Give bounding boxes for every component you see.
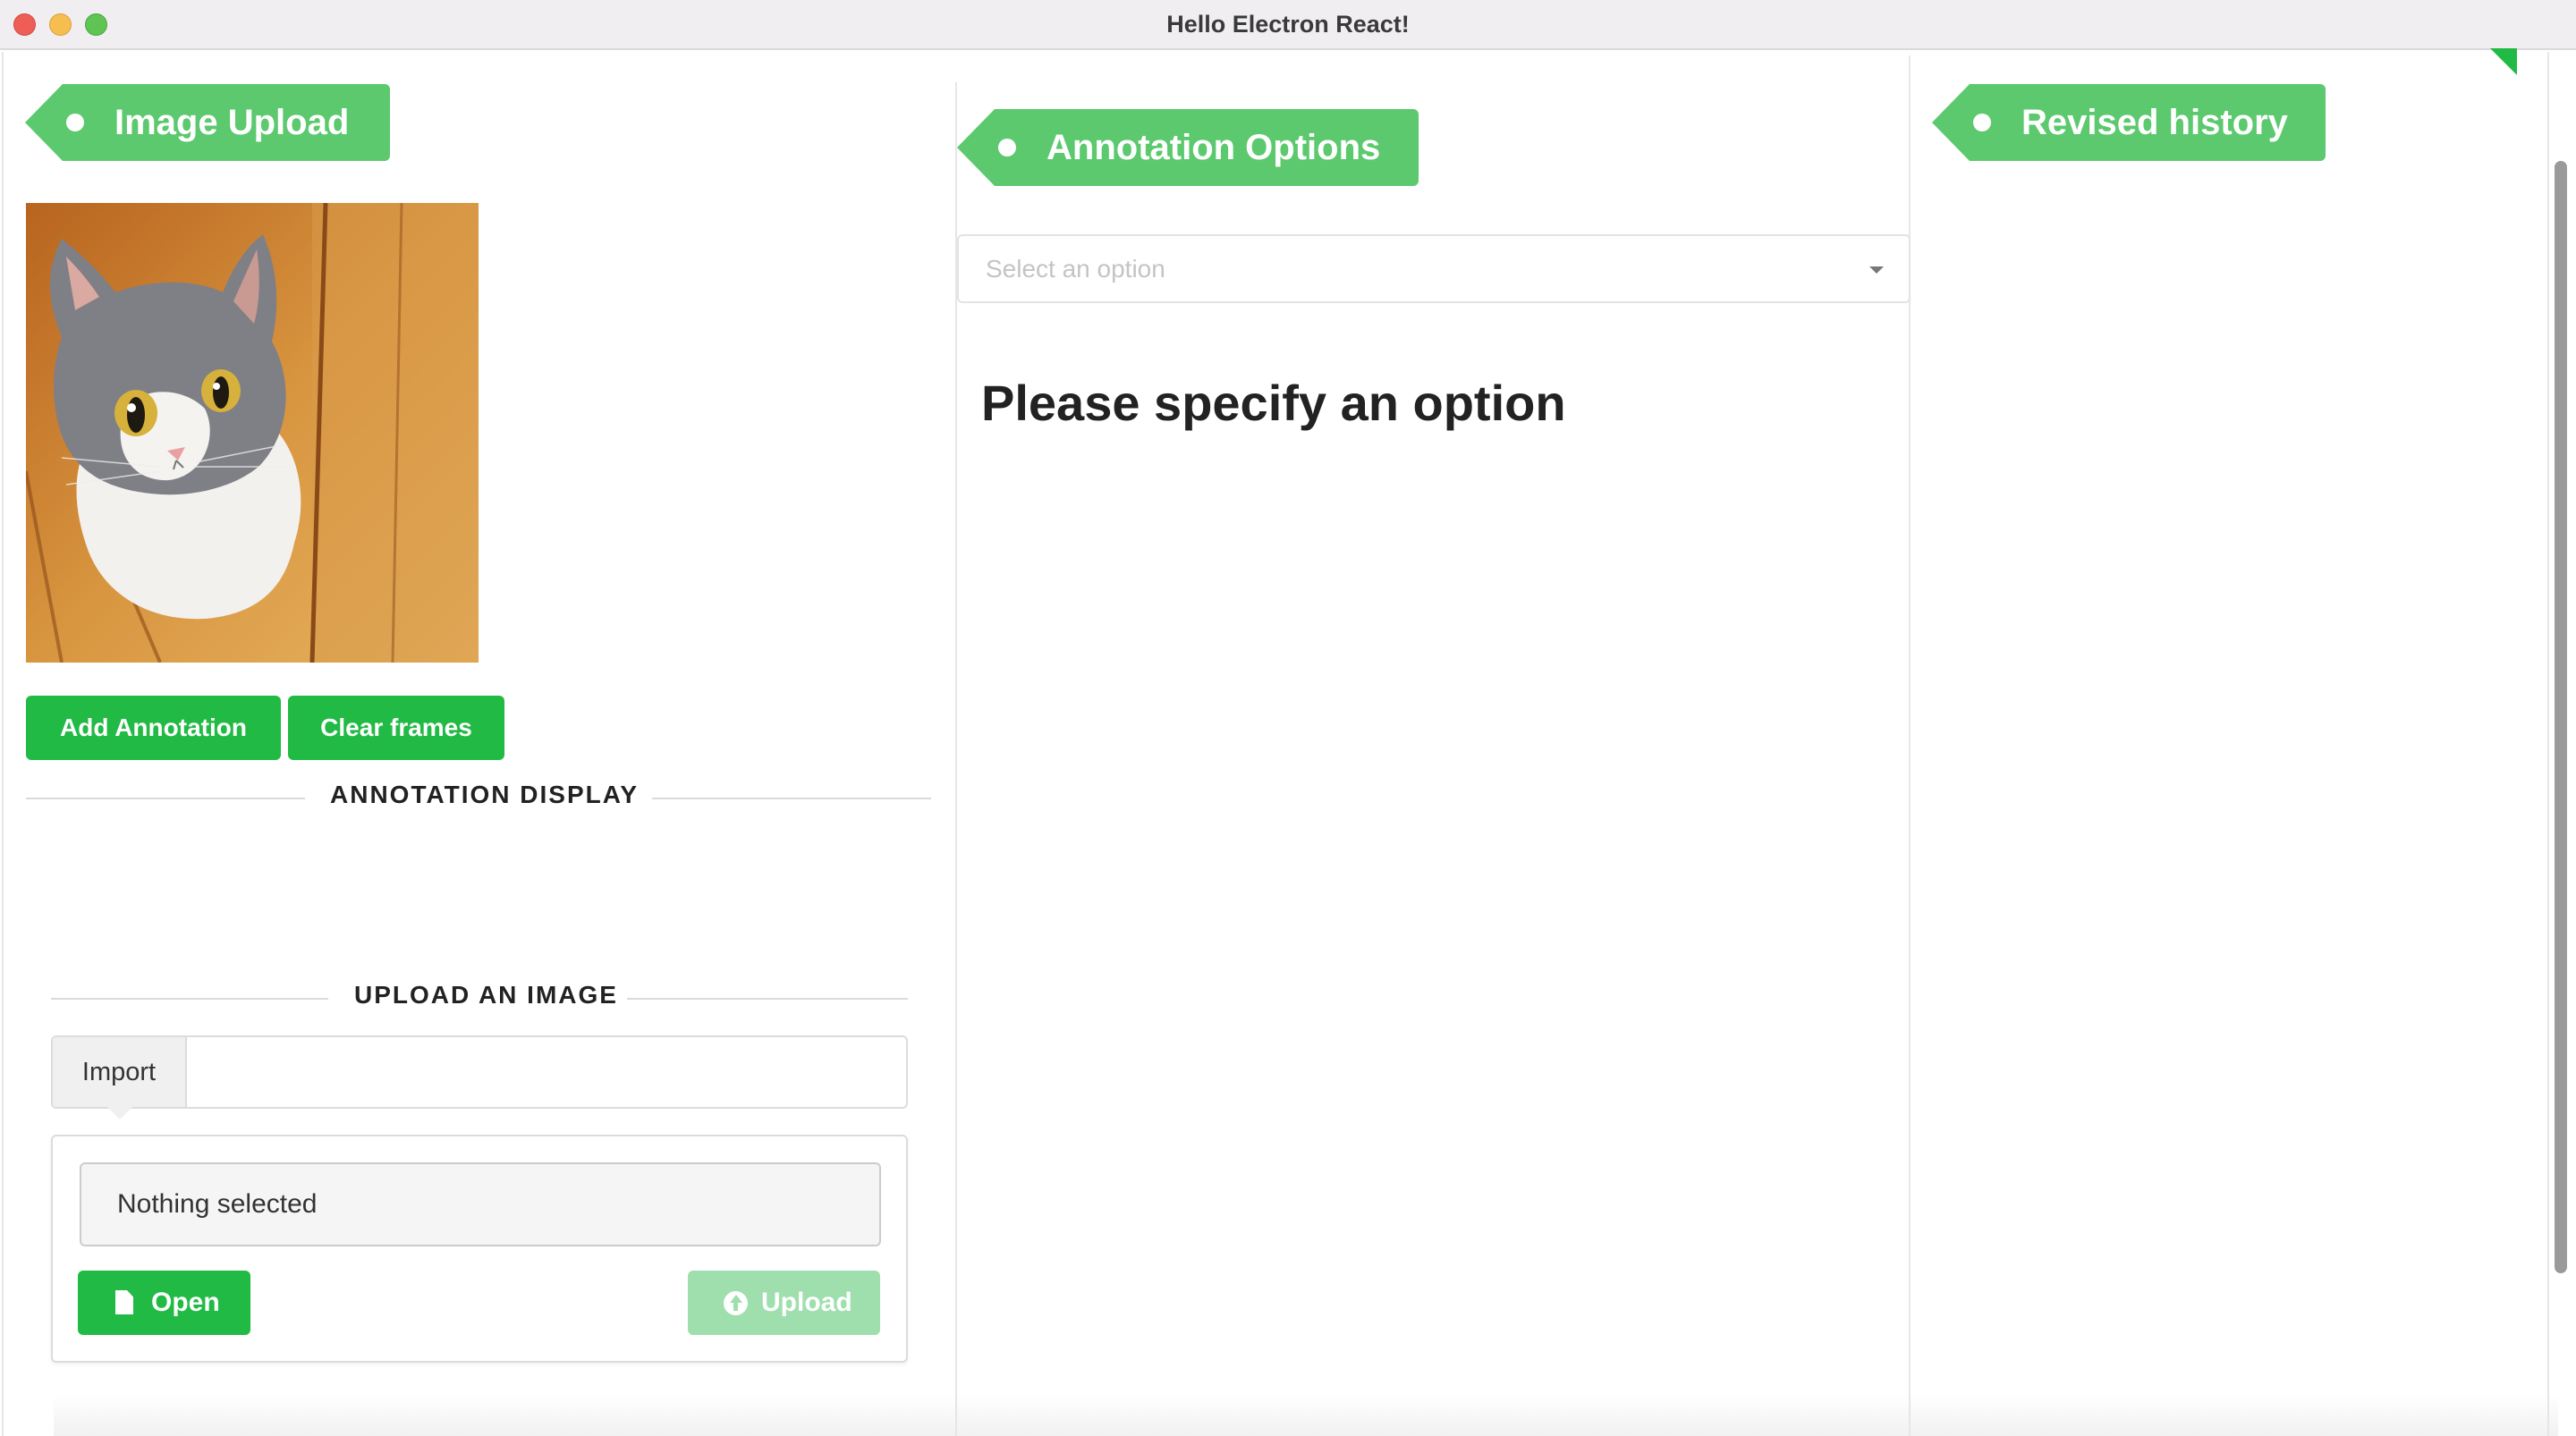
divider-line-left [51,998,328,1000]
revised-history-title: Revised history [2021,103,2288,142]
left-border [2,52,4,1436]
open-button[interactable]: Open [78,1271,250,1335]
image-upload-title: Image Upload [114,103,350,142]
annotation-options-title: Annotation Options [1046,128,1381,167]
window-titlebar: Hello Electron React! [0,0,2576,50]
uploaded-cat-image [26,203,479,663]
upload-icon [724,1291,748,1315]
annotation-option-select[interactable]: Select an option [957,234,1911,303]
annotation-options-ribbon: Annotation Options [957,109,1419,186]
ribbon-dot-icon [1973,114,1991,131]
specify-option-message: Please specify an option [981,375,1566,431]
corner-indicator [2490,48,2517,75]
import-field[interactable]: Import [51,1035,908,1109]
chevron-down-icon [1869,266,1884,274]
window-title: Hello Electron React! [1166,11,1410,38]
bottom-shadow [54,1395,2558,1436]
add-annotation-button[interactable]: Add Annotation [26,696,281,760]
annotation-display-heading: ANNOTATION DISPLAY [330,781,640,808]
selected-file-display: Nothing selected [80,1162,881,1246]
upload-button-label: Upload [761,1288,852,1317]
select-placeholder: Select an option [986,255,1165,283]
image-upload-ribbon: Image Upload [25,84,390,161]
upload-image-heading: UPLOAD AN IMAGE [354,981,618,1009]
clear-frames-button[interactable]: Clear frames [288,696,504,760]
divider-line-right [627,998,908,1000]
divider-line-right [652,798,931,799]
upload-button[interactable]: Upload [688,1271,880,1335]
import-pointer [107,1107,132,1119]
annotation-display-divider: ANNOTATION DISPLAY [26,781,931,816]
ribbon-dot-icon [66,114,84,131]
right-border [2547,52,2549,1436]
import-label: Import [53,1037,187,1107]
file-icon [115,1290,133,1314]
upload-image-divider: UPLOAD AN IMAGE [51,981,908,1017]
vertical-scrollbar[interactable] [2555,161,2567,1273]
ribbon-dot-icon [998,139,1016,156]
open-button-label: Open [151,1288,220,1317]
divider-line-left [26,798,305,799]
revised-history-ribbon: Revised history [1932,84,2326,161]
